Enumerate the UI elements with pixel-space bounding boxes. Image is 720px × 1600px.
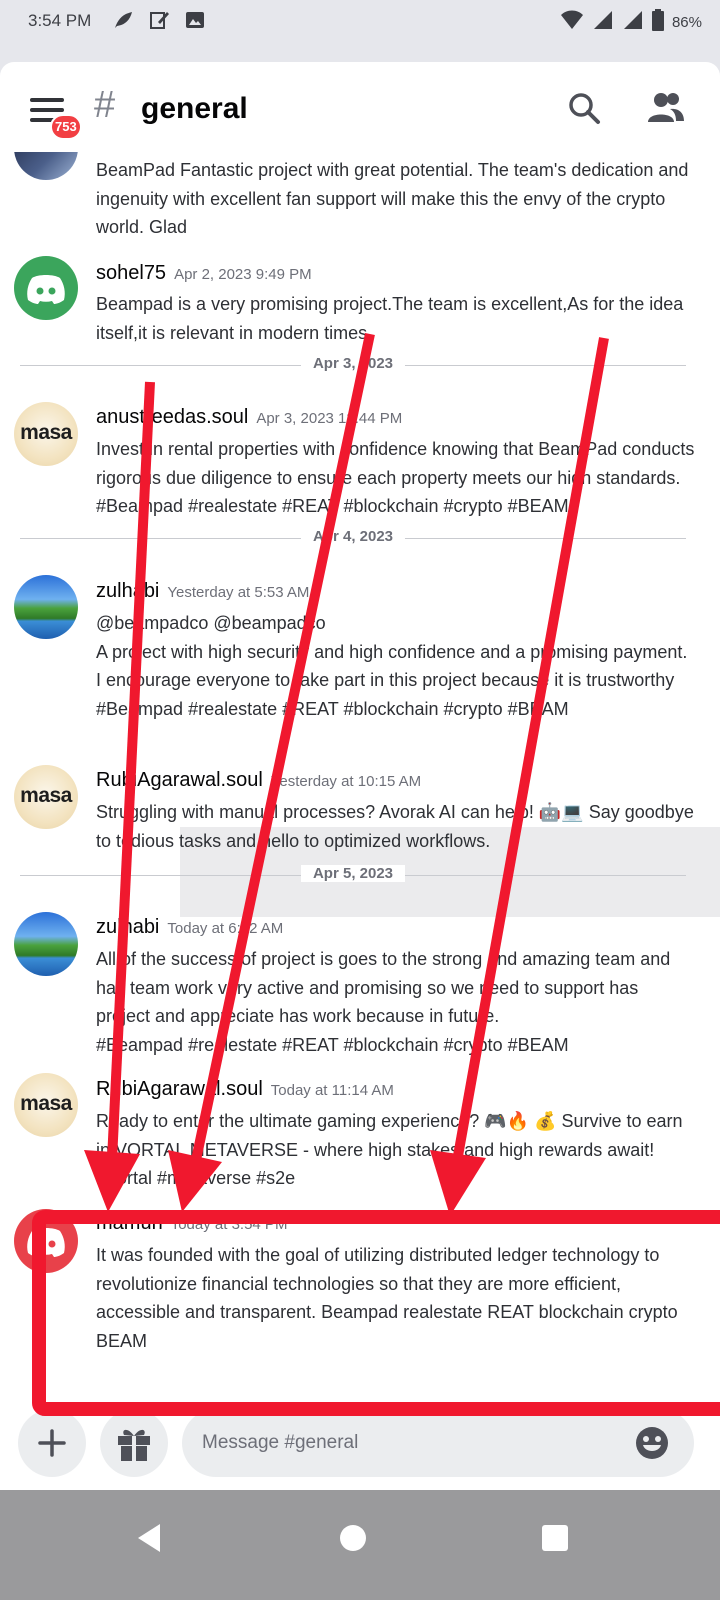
date-divider: Apr 5, 2023 — [20, 865, 686, 882]
gift-icon — [118, 1429, 150, 1461]
message-author-row: zulhabi Today at 6:02 AM — [96, 916, 283, 939]
message-body: It was founded with the goal of utilizin… — [96, 1245, 678, 1351]
message-author-row: anustreedas.soul Apr 3, 2023 12:44 PM — [96, 406, 402, 429]
message-author[interactable]: sohel75 — [96, 262, 166, 284]
message-body: @beampadco @beampadco A project with hig… — [96, 613, 688, 719]
channel-title: general — [141, 92, 248, 125]
message-body: Invest in rental properties with confide… — [96, 439, 695, 516]
avatar[interactable]: masa — [14, 402, 78, 466]
message-author[interactable]: RubiAgarawal.soul — [96, 1078, 263, 1100]
message-body: Ready to enter the ultimate gaming exper… — [96, 1111, 683, 1188]
recent-apps-icon[interactable] — [542, 1525, 568, 1551]
avatar[interactable] — [14, 152, 78, 180]
message-body: Struggling with manual processes? Avorak… — [96, 802, 694, 851]
message-list[interactable]: BeamPad Fantastic project with great pot… — [0, 152, 720, 1397]
message-body: Beampad is a very promising project.The … — [96, 294, 684, 343]
message-timestamp: Apr 3, 2023 12:44 PM — [256, 410, 403, 427]
wifi-icon — [560, 9, 584, 36]
message-author-row: zulhabi Yesterday at 5:53 AM — [96, 580, 309, 603]
message-body: BeamPad Fantastic project with great pot… — [96, 160, 689, 237]
message-author[interactable]: zulhabi — [96, 916, 159, 938]
message-timestamp: Yesterday at 10:15 AM — [270, 773, 422, 790]
notification-badge: 753 — [50, 114, 82, 140]
avatar[interactable] — [14, 256, 78, 320]
signal-icon — [592, 9, 614, 36]
message-timestamp: Today at 3:54 PM — [170, 1216, 288, 1233]
message-composer — [0, 1397, 720, 1490]
message-input[interactable] — [182, 1409, 694, 1477]
message-author-row: mamun Today at 3:54 PM — [96, 1212, 287, 1235]
status-time: 3:54 PM — [28, 11, 92, 30]
message-author-row: sohel75 Apr 2, 2023 9:49 PM — [96, 262, 312, 285]
avatar[interactable] — [14, 912, 78, 976]
battery-level: 86% — [671, 14, 702, 31]
avatar[interactable] — [14, 1209, 78, 1273]
plus-icon — [38, 1429, 66, 1457]
signal-icon-2 — [622, 9, 644, 36]
leaf-icon — [112, 9, 134, 31]
avatar[interactable] — [14, 575, 78, 639]
add-attachment-button[interactable] — [18, 1409, 86, 1477]
date-divider: Apr 3, 2023 — [20, 355, 686, 372]
search-icon[interactable] — [566, 90, 602, 126]
message-author[interactable]: zulhabi — [96, 580, 159, 602]
members-icon[interactable] — [646, 90, 686, 126]
message-body: All of the success of project is goes to… — [96, 949, 671, 1055]
emoji-icon[interactable] — [634, 1425, 670, 1461]
home-icon[interactable] — [340, 1525, 366, 1551]
channel-header: 753 # general — [0, 62, 720, 152]
hash-icon: # — [94, 84, 116, 126]
message-author-row: RubiAgarawal.soul Today at 11:14 AM — [96, 1078, 394, 1101]
message-timestamp: Today at 11:14 AM — [270, 1082, 394, 1099]
edit-note-icon — [148, 9, 170, 31]
message-timestamp: Today at 6:02 AM — [167, 920, 284, 937]
message-author-row: RubiAgarawal.soul Yesterday at 10:15 AM — [96, 769, 421, 792]
image-icon — [184, 9, 206, 31]
navigation-bar — [0, 1490, 720, 1600]
status-bar: 3:54 PM 86% — [0, 0, 720, 42]
battery-icon — [651, 9, 664, 36]
message-timestamp: Yesterday at 5:53 AM — [167, 584, 310, 601]
gift-button[interactable] — [100, 1409, 168, 1477]
date-divider: Apr 4, 2023 — [20, 528, 686, 545]
message-author[interactable]: RubiAgarawal.soul — [96, 769, 263, 791]
avatar[interactable]: masa — [14, 1073, 78, 1137]
chat-panel: 753 # general BeamPad Fantastic project … — [0, 62, 720, 1490]
message-author[interactable]: mamun — [96, 1212, 163, 1234]
message-author[interactable]: anustreedas.soul — [96, 406, 248, 428]
message-timestamp: Apr 2, 2023 9:49 PM — [174, 266, 312, 283]
back-icon[interactable] — [132, 1520, 168, 1556]
avatar[interactable]: masa — [14, 765, 78, 829]
